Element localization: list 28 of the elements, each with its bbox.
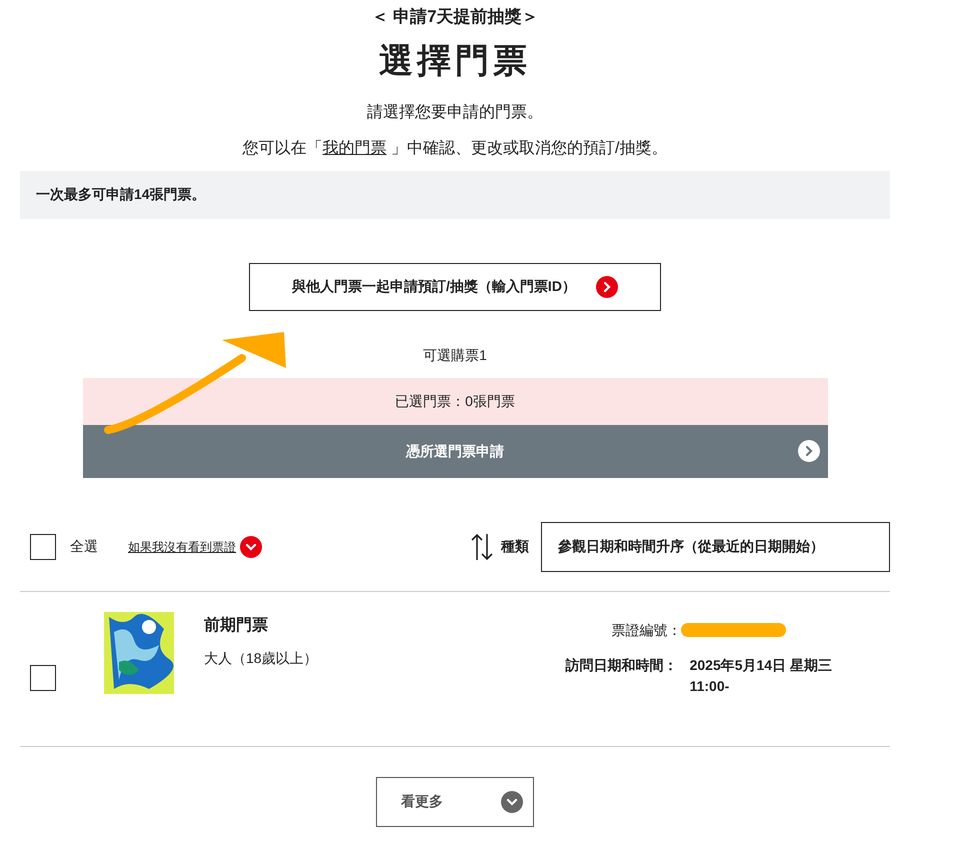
ticket-type: 大人（18歲以上） [204, 648, 318, 668]
missing-ticket-link[interactable]: 如果我沒有看到票證 [128, 538, 236, 556]
page-subtitle: ＜ 申請7天提前抽獎＞ [371, 6, 539, 28]
page-title: 選擇門票 [379, 40, 531, 82]
available-count: 可選購票1 [423, 346, 487, 364]
sort-icon [471, 532, 493, 562]
sort-select[interactable]: 參觀日期和時間升序（從最近的日期開始） [541, 522, 890, 572]
visit-label: 訪問日期和時間： [566, 656, 678, 674]
intro-text: 請選擇您要申請的門票。 [367, 102, 543, 122]
sort-label: 種類 [501, 537, 529, 556]
group-apply-button[interactable]: 與他人門票一起申請預訂/抽獎（輸入門票ID） [249, 262, 661, 310]
checkbox[interactable] [30, 664, 56, 690]
visit-date: 2025年5月14日 星期三 [690, 656, 832, 674]
chevron-right-icon [596, 276, 618, 298]
intro-text: 您可以在「我的門票 」中確認、更改或取消您的預訂/抽獎。 [242, 138, 668, 158]
chevron-right-icon [798, 440, 820, 462]
my-tickets-link[interactable]: 我的門票 [322, 140, 387, 156]
chevron-down-icon [501, 790, 523, 812]
ticket-name: 前期門票 [204, 616, 269, 636]
notice-banner: 一次最多可申請14張門票。 [20, 170, 890, 218]
chevron-down-icon [240, 536, 262, 558]
checkbox[interactable] [30, 534, 56, 560]
select-all-label: 全選 [70, 537, 98, 556]
apply-selected-button: 憑所選門票申請 [82, 424, 828, 478]
ticket-number-label: 票證編號： [611, 620, 682, 640]
show-more-button[interactable]: 看更多 [376, 776, 534, 826]
selection-summary: 已選門票：0張門票 [82, 378, 828, 424]
visit-time: 11:00- [690, 676, 730, 696]
